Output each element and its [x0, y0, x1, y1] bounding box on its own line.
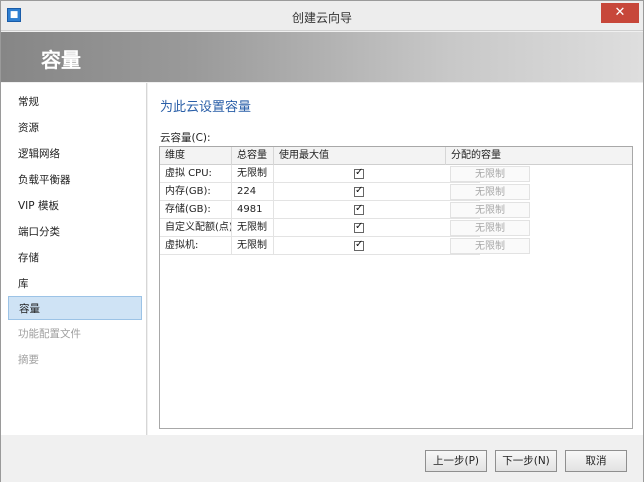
- next-button[interactable]: 下一步(N): [495, 450, 557, 472]
- cell-dimension: 存储(GB):: [160, 201, 232, 219]
- sidebar-item-load-balancers[interactable]: 负载平衡器: [8, 168, 142, 192]
- sidebar-item-logical-networks[interactable]: 逻辑网络: [8, 142, 142, 166]
- allocated-capacity-field: 无限制: [450, 166, 530, 182]
- cell-dimension: 虚拟机:: [160, 237, 232, 255]
- use-max-checkbox[interactable]: [354, 167, 364, 179]
- cell-total: 无限制: [232, 165, 274, 183]
- use-max-checkbox[interactable]: [354, 221, 364, 233]
- close-button[interactable]: ✕: [601, 3, 639, 23]
- table-row[interactable]: 虚拟 CPU: 无限制 无限制: [160, 165, 530, 183]
- cell-total: 4981: [232, 201, 274, 219]
- cell-total: 224: [232, 183, 274, 201]
- allocated-capacity-field: 无限制: [450, 202, 530, 218]
- use-max-checkbox[interactable]: [354, 239, 364, 251]
- sidebar-item-capacity[interactable]: 容量: [8, 296, 142, 320]
- sidebar-item-storage[interactable]: 存储: [8, 246, 142, 270]
- previous-button[interactable]: 上一步(P): [425, 450, 487, 472]
- column-header-use-max[interactable]: 使用最大值: [274, 147, 446, 165]
- allocated-capacity-field: 无限制: [450, 184, 530, 200]
- cell-dimension: 内存(GB):: [160, 183, 232, 201]
- sidebar-item-port-classifications[interactable]: 端口分类: [8, 220, 142, 244]
- title-bar: ■ 创建云向导 ✕: [1, 1, 643, 31]
- table-row[interactable]: 存储(GB): 4981 无限制: [160, 201, 530, 219]
- capacity-grid[interactable]: 维度 总容量 使用最大值 分配的容量 虚拟 CPU: 无限制 无限制 内存(GB…: [159, 146, 633, 429]
- page-title: 容量: [41, 48, 81, 72]
- cancel-button[interactable]: 取消: [565, 450, 627, 472]
- column-header-allocated[interactable]: 分配的容量: [446, 147, 632, 165]
- page-header: 容量: [1, 32, 643, 82]
- grid-header: 维度 总容量 使用最大值 分配的容量: [160, 147, 632, 165]
- allocated-capacity-field: 无限制: [450, 220, 530, 236]
- sidebar-item-general[interactable]: 常规: [8, 90, 142, 114]
- main-content: 为此云设置容量 云容量(C): 维度 总容量 使用最大值 分配的容量 虚拟 CP…: [148, 83, 643, 435]
- cell-total: 无限制: [232, 237, 274, 255]
- cell-dimension: 虚拟 CPU:: [160, 165, 232, 183]
- window-title: 创建云向导: [291, 11, 352, 25]
- sidebar-item-resources[interactable]: 资源: [8, 116, 142, 140]
- column-header-dimension[interactable]: 维度: [160, 147, 232, 165]
- cell-dimension: 自定义配额(点):: [160, 219, 232, 237]
- use-max-checkbox[interactable]: [354, 203, 364, 215]
- grid-label: 云容量(C):: [160, 132, 211, 144]
- sidebar-item-vip-templates[interactable]: VIP 模板: [8, 194, 142, 218]
- wizard-steps-sidebar: 常规 资源 逻辑网络 负载平衡器 VIP 模板 端口分类 存储 库 容量 功能配…: [1, 83, 147, 435]
- allocated-capacity-field: 无限制: [450, 238, 530, 254]
- close-icon: ✕: [614, 5, 626, 20]
- cell-total: 无限制: [232, 219, 274, 237]
- wizard-footer: 上一步(P) 下一步(N) 取消: [1, 436, 643, 482]
- table-row[interactable]: 虚拟机: 无限制 无限制: [160, 237, 530, 255]
- sidebar-item-summary: 摘要: [18, 354, 39, 366]
- sidebar-item-capability-profiles: 功能配置文件: [18, 328, 81, 340]
- table-row[interactable]: 内存(GB): 224 无限制: [160, 183, 530, 201]
- sidebar-item-library[interactable]: 库: [8, 272, 142, 296]
- table-row[interactable]: 自定义配额(点): 无限制 无限制: [160, 219, 530, 237]
- section-heading: 为此云设置容量: [160, 100, 252, 115]
- use-max-checkbox[interactable]: [354, 185, 364, 197]
- wizard-window: ■ 创建云向导 ✕ 容量 常规 资源 逻辑网络 负载平衡器 VIP 模板 端口分…: [0, 0, 644, 482]
- column-header-total[interactable]: 总容量: [232, 147, 274, 165]
